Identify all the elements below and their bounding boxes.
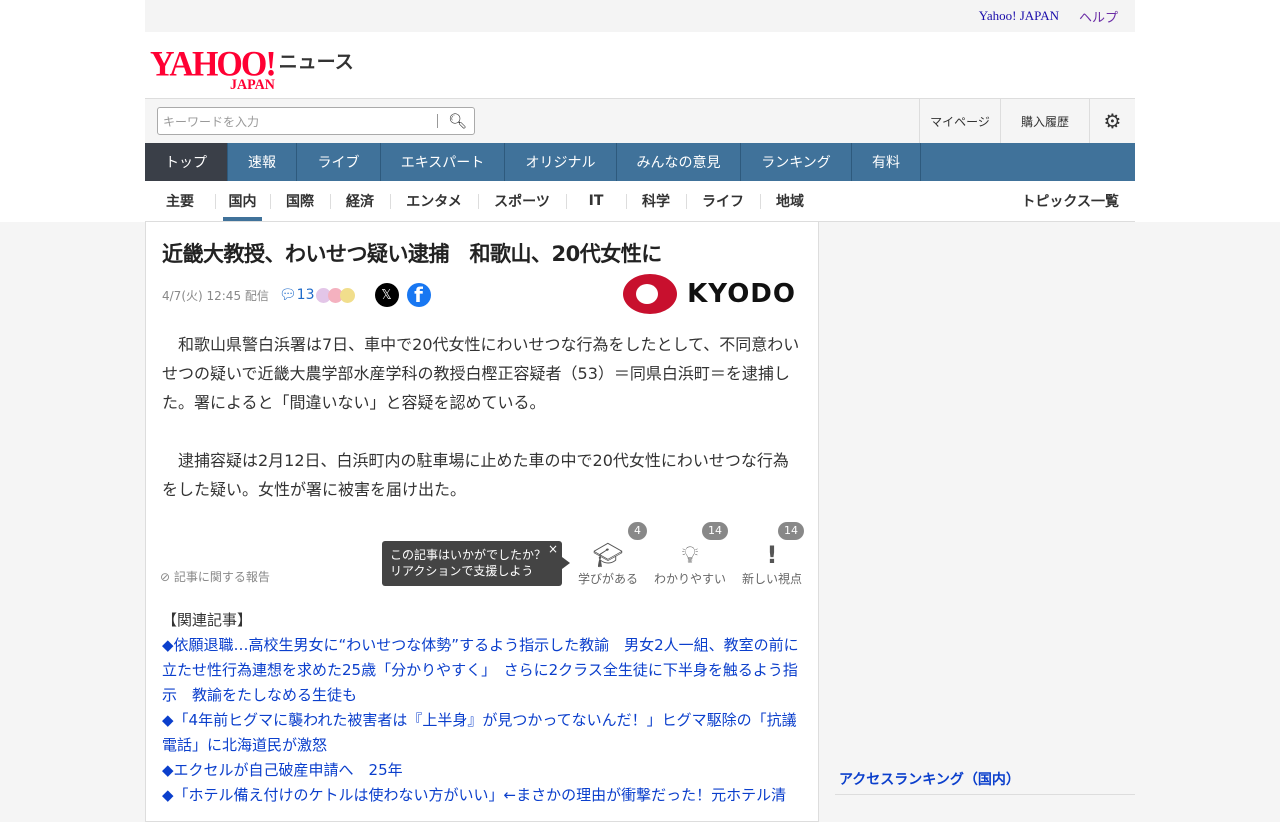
article-meta: 4/7(火) 12:45 配信 💬︎13 𝕏 f xyxy=(162,282,431,308)
close-icon[interactable]: × xyxy=(548,541,558,557)
purchase-history-link[interactable]: 購入履歴 xyxy=(1000,99,1089,143)
tab-paid[interactable]: 有料 xyxy=(852,143,921,181)
reaction-learn[interactable]: 4 🎓︎ 学びがある xyxy=(568,522,648,587)
reaction-label: 学びがある xyxy=(577,572,638,586)
related-articles: 【関連記事】 ◆依願退職…高校生男女に“わいせつな体勢”するよう指示した教諭 男… xyxy=(162,608,802,808)
cat-world[interactable]: 国際 xyxy=(270,181,330,221)
reaction-faces xyxy=(315,287,355,303)
reaction-label: 新しい視点 xyxy=(741,572,802,586)
comment-icon: 💬︎ xyxy=(278,287,297,303)
report-link[interactable]: ⊘ 記事に関する報告 xyxy=(160,568,270,585)
mypage-link[interactable]: マイページ xyxy=(919,99,1000,143)
cat-domestic[interactable]: 国内 xyxy=(215,181,270,221)
comment-count: 13 xyxy=(296,287,315,303)
reaction-count: 4 xyxy=(628,522,647,540)
yahoo-japan-link[interactable]: Yahoo! JAPAN xyxy=(979,8,1059,24)
search-placeholder: キーワードを入力 xyxy=(163,114,260,129)
help-link[interactable]: ヘルプ xyxy=(1079,7,1118,26)
paragraph: 和歌山県警白浜署は7日、車中で20代女性にわいせつな行為をしたとして、不同意わい… xyxy=(162,335,800,412)
search-input[interactable]: キーワードを入力 🔍︎ xyxy=(157,107,475,135)
cat-life[interactable]: ライフ xyxy=(686,181,760,221)
tab-original[interactable]: オリジナル xyxy=(505,143,617,181)
exclamation-icon: ! xyxy=(766,541,778,569)
article-title: 近畿大教授、わいせつ疑い逮捕 和歌山、20代女性に xyxy=(162,242,662,266)
reaction-count: 14 xyxy=(778,522,804,540)
comments-link[interactable]: 💬︎13 xyxy=(279,287,315,303)
cat-economy[interactable]: 経済 xyxy=(330,181,390,221)
article: 近畿大教授、わいせつ疑い逮捕 和歌山、20代女性に 4/7(火) 12:45 配… xyxy=(145,222,819,822)
report-label: 記事に関する報告 xyxy=(173,570,270,584)
reaction-clear[interactable]: 14 💡︎ わかりやすい xyxy=(650,522,730,587)
tab-top[interactable]: トップ xyxy=(145,143,228,181)
related-heading: 【関連記事】 xyxy=(162,611,253,629)
article-body: 和歌山県警白浜署は7日、車中で20代女性にわいせつな行為をしたとして、不同意わい… xyxy=(162,330,802,533)
logo[interactable]: YAHOO! JAPAN ニュース xyxy=(145,32,1135,98)
cat-sports[interactable]: スポーツ xyxy=(478,181,566,221)
logo-news: ニュース xyxy=(278,50,354,73)
category-nav: 主要 国内 国際 経済 エンタメ スポーツ IT 科学 ライフ 地域 トピックス… xyxy=(145,181,1135,222)
reaction-label: わかりやすい xyxy=(653,572,726,586)
topics-list-link[interactable]: トピックス一覧 xyxy=(1021,191,1119,211)
yahoo-logo[interactable]: YAHOO! JAPAN xyxy=(150,47,277,93)
ban-icon: ⊘ xyxy=(160,570,171,584)
tab-live[interactable]: ライブ xyxy=(297,143,381,181)
cat-science[interactable]: 科学 xyxy=(626,181,686,221)
cat-main[interactable]: 主要 xyxy=(145,181,215,221)
cat-entertainment[interactable]: エンタメ xyxy=(390,181,478,221)
tooltip-line: この記事はいかがでしたか？ xyxy=(390,548,547,562)
cat-it[interactable]: IT xyxy=(566,181,626,221)
source-name: KYODO xyxy=(687,279,796,309)
graduation-cap-icon: 🎓︎ xyxy=(592,541,624,569)
main-nav: トップ 速報 ライブ エキスパート オリジナル みんなの意見 ランキング 有料 xyxy=(145,143,1135,181)
tab-expert[interactable]: エキスパート xyxy=(381,143,505,181)
search-icon[interactable]: 🔍︎ xyxy=(448,112,474,130)
tab-opinions[interactable]: みんなの意見 xyxy=(617,143,741,181)
gear-icon[interactable]: ⚙ xyxy=(1089,99,1135,143)
related-link[interactable]: ◆依願退職…高校生男女に“わいせつな体勢”するよう指示した教諭 男女2人一組、教… xyxy=(162,633,802,708)
tab-breaking[interactable]: 速報 xyxy=(228,143,297,181)
paragraph: 逮捕容疑は2月12日、白浜町内の駐車場に止めた車の中で20代女性にわいせつな行為… xyxy=(162,451,789,499)
divider xyxy=(437,114,438,128)
reaction-new-perspective[interactable]: 14! 新しい視点 xyxy=(732,522,812,587)
access-ranking-heading[interactable]: アクセスランキング（国内） xyxy=(835,762,1135,795)
related-link[interactable]: ◆エクセルが自己破産申請へ 25年 xyxy=(162,758,802,783)
reaction-tooltip: この記事はいかがでしたか？ リアクションで支援しよう × xyxy=(382,541,570,586)
cat-local[interactable]: 地域 xyxy=(760,181,820,221)
reaction-count: 14 xyxy=(702,522,728,540)
related-link[interactable]: ◆「ホテル備え付けのケトルは使わない方がいい」←まさかの理由が衝撃だった！元ホテ… xyxy=(162,783,802,808)
related-link[interactable]: ◆「4年前ヒグマに襲われた被害者は『上半身』が見つかってないんだ！」ヒグマ駆除の… xyxy=(162,708,802,758)
tab-ranking[interactable]: ランキング xyxy=(741,143,852,181)
search-bar: キーワードを入力 🔍︎ マイページ 購入履歴 ⚙ xyxy=(145,98,1135,143)
logo-japan: JAPAN xyxy=(230,77,275,94)
publish-date: 4/7(火) 12:45 配信 xyxy=(162,288,269,303)
facebook-share-icon[interactable]: f xyxy=(406,283,431,307)
x-share-icon[interactable]: 𝕏 xyxy=(374,283,399,307)
utility-bar: Yahoo! JAPAN ヘルプ xyxy=(145,0,1135,32)
source-logo[interactable]: KYODO xyxy=(623,274,796,314)
lightbulb-icon: 💡︎ xyxy=(681,541,699,569)
tooltip-line: リアクションで支援しよう xyxy=(390,564,534,578)
kyodo-mark xyxy=(623,274,678,314)
